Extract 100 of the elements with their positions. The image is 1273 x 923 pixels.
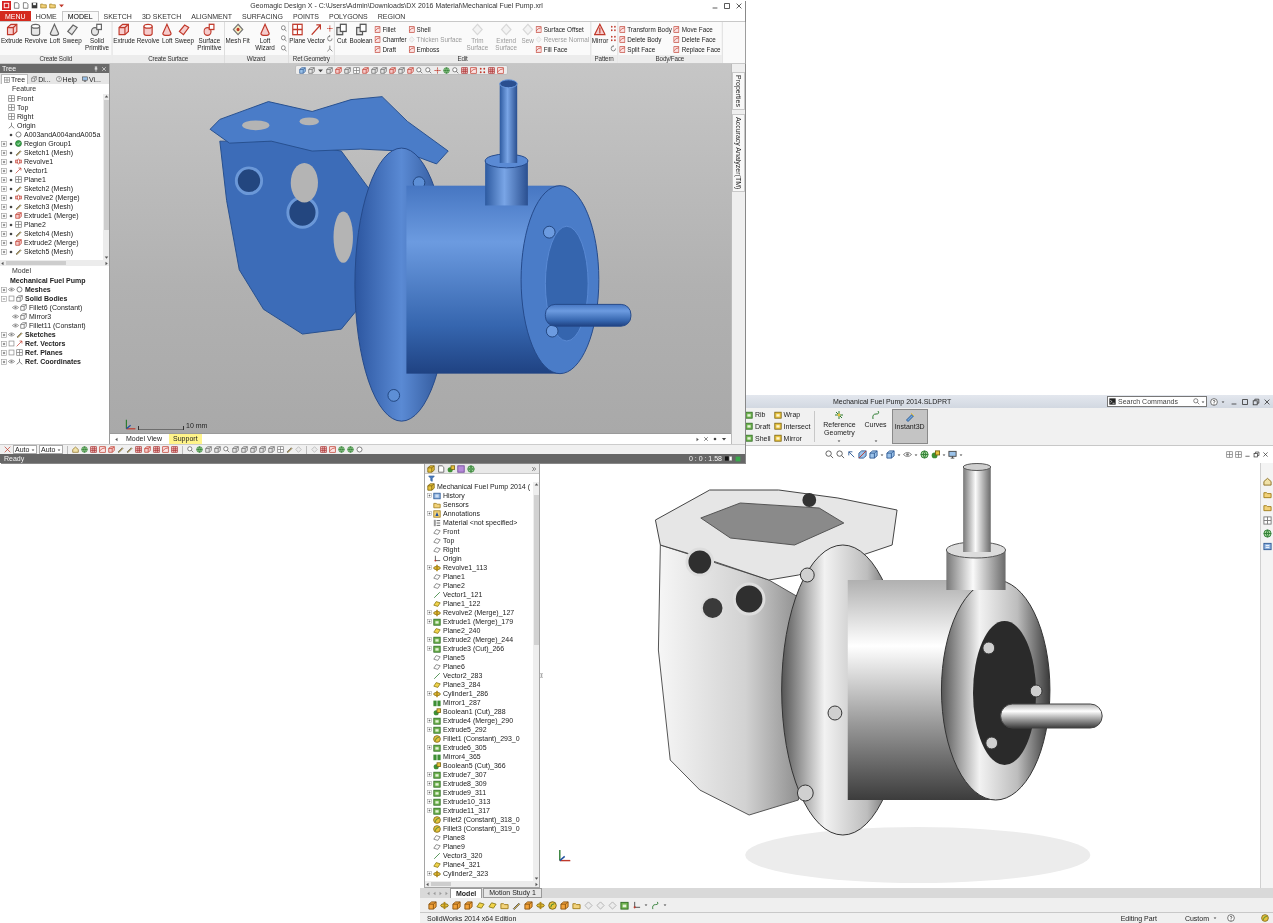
dot-icon[interactable] (8, 239, 14, 246)
grid-icon[interactable] (135, 446, 142, 453)
grid-icon[interactable] (320, 446, 327, 453)
crosshair-icon[interactable] (326, 25, 334, 32)
plus-box-icon[interactable] (427, 745, 432, 750)
cube-icon[interactable] (232, 446, 239, 453)
grid-icon[interactable] (153, 446, 160, 453)
dot-icon[interactable] (8, 185, 14, 192)
grid-square-icon[interactable] (1235, 451, 1242, 458)
minus-box-icon[interactable] (1, 295, 7, 302)
plus-box-icon[interactable] (427, 619, 432, 624)
axes-icon[interactable] (632, 900, 641, 910)
cube-icon[interactable] (389, 66, 396, 74)
vertical-scrollbar[interactable] (103, 94, 109, 260)
arrow-left-icon[interactable] (114, 436, 119, 442)
plus-box-icon[interactable] (427, 646, 432, 651)
spindle-icon[interactable] (440, 900, 449, 910)
plus-box-icon[interactable] (427, 871, 432, 876)
plus-box-icon[interactable] (1, 358, 7, 365)
magnifier-icon[interactable] (280, 35, 287, 42)
double-chevron-icon[interactable] (531, 465, 537, 472)
dot-icon[interactable] (8, 131, 14, 138)
cube-icon[interactable] (452, 900, 461, 910)
eye-icon[interactable] (903, 450, 912, 459)
plus-box-icon[interactable] (427, 511, 432, 516)
eye-icon[interactable] (8, 286, 15, 293)
plus-box-icon[interactable] (427, 808, 432, 813)
pin-icon[interactable] (93, 65, 99, 72)
arrow-left-icon[interactable] (0, 260, 5, 266)
eye-icon[interactable] (12, 313, 19, 320)
cube-icon[interactable] (407, 66, 414, 74)
caret-icon[interactable] (58, 2, 65, 9)
plus-box-icon[interactable] (427, 781, 432, 786)
floppy-disk-icon[interactable] (31, 2, 38, 9)
plus-box-icon[interactable] (1, 286, 7, 293)
cross-icon[interactable] (4, 446, 11, 453)
square-icon[interactable] (457, 464, 465, 473)
arrow-icon[interactable] (847, 450, 856, 459)
cube-icon[interactable] (869, 450, 878, 459)
dot-icon[interactable] (712, 436, 718, 442)
dot-icon[interactable] (8, 221, 14, 228)
list-box-icon[interactable] (1262, 542, 1272, 551)
globe-icon[interactable] (196, 446, 203, 453)
magnifier-icon[interactable] (187, 446, 194, 453)
cube-icon[interactable] (259, 446, 266, 453)
square-outline-icon[interactable] (8, 295, 15, 302)
grip-icon[interactable] (539, 673, 544, 678)
cube-icon[interactable] (427, 464, 435, 473)
square-icon[interactable] (329, 446, 336, 453)
plus-box-icon[interactable] (427, 718, 432, 723)
eye-icon[interactable] (8, 358, 15, 365)
plus-box-icon[interactable] (427, 799, 432, 804)
square-icon[interactable] (162, 446, 169, 453)
cube-icon[interactable] (268, 446, 275, 453)
dots-icon[interactable] (610, 25, 617, 32)
cube-icon[interactable] (335, 66, 342, 74)
cube-icon[interactable] (362, 66, 369, 74)
dot-icon[interactable] (8, 248, 14, 255)
cube-icon[interactable] (344, 66, 351, 74)
cube-icon[interactable] (464, 900, 473, 910)
dots-icon[interactable] (610, 35, 617, 42)
arrow-up-icon[interactable] (533, 482, 539, 487)
eye-icon[interactable] (12, 322, 19, 329)
dots-icon[interactable] (479, 66, 486, 74)
spindle-icon[interactable] (536, 900, 545, 910)
plus-box-icon[interactable] (1, 331, 7, 338)
arrow-right-icon[interactable] (695, 436, 700, 442)
cube-icon[interactable] (250, 446, 257, 453)
magnifier-icon[interactable] (280, 45, 287, 52)
cube-icon[interactable] (108, 446, 115, 453)
circular-arrow-icon[interactable] (610, 45, 617, 52)
circular-arrow-icon[interactable] (326, 35, 334, 42)
plus-box-icon[interactable] (427, 727, 432, 732)
close-icon[interactable] (1262, 451, 1269, 458)
magnifier-icon[interactable] (223, 446, 230, 453)
restore-icon[interactable] (1252, 397, 1260, 406)
plus-box-icon[interactable] (427, 610, 432, 615)
globe-icon[interactable] (1262, 529, 1272, 538)
folder-icon[interactable] (572, 900, 581, 910)
help-icon[interactable] (1210, 397, 1218, 406)
dot-icon[interactable] (8, 140, 14, 147)
help-icon[interactable] (1227, 914, 1235, 922)
axes-icon[interactable] (326, 45, 334, 52)
globe-icon[interactable] (347, 446, 354, 453)
dot-icon[interactable] (8, 230, 14, 237)
grid-icon[interactable] (90, 446, 97, 453)
close-icon[interactable] (703, 436, 709, 442)
cube-icon[interactable] (241, 446, 248, 453)
grid-icon[interactable] (171, 446, 178, 453)
round-icon[interactable] (1261, 914, 1269, 922)
monitor-icon[interactable] (948, 450, 957, 459)
plus-box-icon[interactable] (1, 340, 7, 347)
scrollbar-thumb[interactable] (103, 100, 109, 230)
house-icon[interactable] (1262, 477, 1272, 486)
square-icon[interactable] (497, 66, 504, 74)
crosshair-icon[interactable] (434, 66, 441, 74)
plus-box-icon[interactable] (427, 493, 432, 498)
arrow-right-icon[interactable] (104, 260, 109, 266)
magnifier-icon[interactable] (1193, 398, 1200, 405)
magnifier-icon[interactable] (280, 25, 287, 32)
